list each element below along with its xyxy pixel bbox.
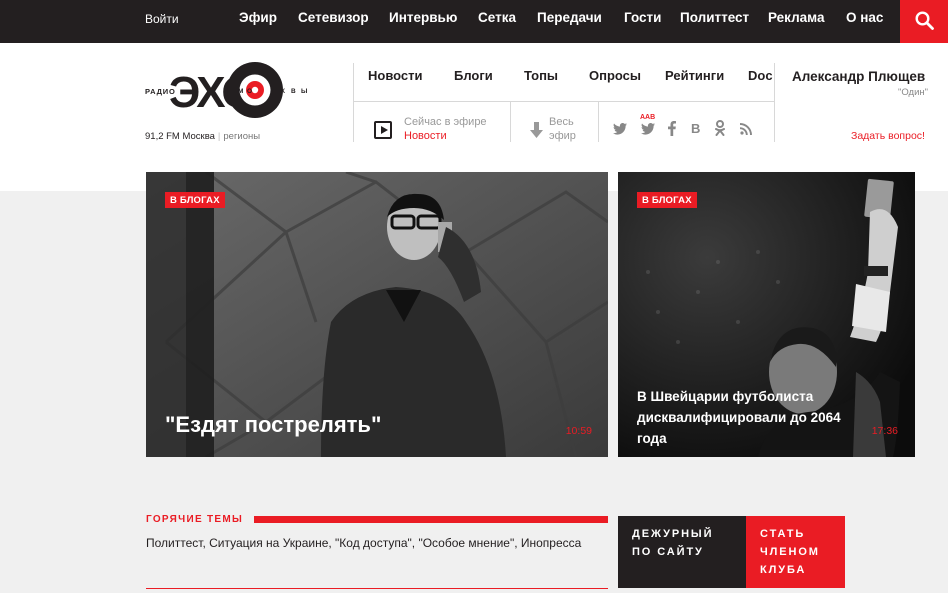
- ask-question-link[interactable]: Задать вопрос!: [851, 130, 925, 142]
- secnav-blogs[interactable]: Блоги: [454, 68, 493, 83]
- host-name[interactable]: Александр Плющев: [792, 69, 925, 84]
- vkontakte-icon[interactable]: В: [691, 121, 700, 136]
- logo[interactable]: РАДИО ЭХО М О С К В Ы: [145, 57, 315, 132]
- search-button[interactable]: [900, 0, 948, 43]
- secnav-news[interactable]: Новости: [368, 68, 423, 83]
- nav-item-polittest[interactable]: Политтест: [680, 10, 749, 25]
- svg-text:В: В: [291, 88, 296, 95]
- play-icon[interactable]: [374, 121, 392, 139]
- svg-text:С: С: [265, 88, 270, 95]
- blog-card-1-time: 10:59: [565, 425, 592, 437]
- blog-badge: В БЛОГАХ: [637, 192, 697, 208]
- nav-item-setevizor[interactable]: Сетевизор: [298, 10, 369, 25]
- secnav-doc[interactable]: Doc: [748, 68, 773, 83]
- odnoklassniki-icon[interactable]: [715, 120, 725, 136]
- hot-topics-divider: [146, 588, 608, 589]
- nav-item-programs[interactable]: Передачи: [537, 10, 602, 25]
- duty-editor-button[interactable]: ДЕЖУРНЫЙ ПО САЙТУ: [618, 516, 746, 588]
- svg-text:Ы: Ы: [301, 88, 307, 95]
- login-link[interactable]: Войти: [145, 12, 179, 26]
- secnav-ratings[interactable]: Рейтинги: [665, 68, 724, 83]
- hot-topics-links[interactable]: Политтест, Ситуация на Украине, "Код дос…: [146, 534, 591, 554]
- nav-item-guests[interactable]: Гости: [624, 10, 661, 25]
- all-air-link[interactable]: Весь: [549, 116, 574, 128]
- top-bar: Войти Эфир Сетевизор Интервью Сетка Пере…: [0, 0, 948, 43]
- hot-topics-bar: [254, 516, 608, 523]
- blog-card-2-title[interactable]: В Швейцарии футболиста дисквалифицировал…: [637, 386, 867, 449]
- facebook-icon[interactable]: [668, 121, 676, 136]
- all-air-link-2[interactable]: эфир: [549, 130, 576, 142]
- svg-text:К: К: [281, 88, 285, 95]
- nav-item-ads[interactable]: Реклама: [768, 10, 825, 25]
- twitter-aab-icon[interactable]: [641, 123, 655, 135]
- svg-text:О: О: [247, 88, 252, 95]
- join-club-button[interactable]: СТАТЬ ЧЛЕНОМ КЛУБА: [746, 516, 845, 588]
- blog-card-1-title[interactable]: "Ездят пострелять": [165, 412, 381, 438]
- blog-card-2-time: 17:36: [871, 425, 898, 437]
- secnav-tops[interactable]: Топы: [524, 68, 558, 83]
- search-icon: [915, 11, 934, 30]
- twitter-icon[interactable]: [613, 123, 627, 135]
- svg-text:М: М: [238, 88, 243, 95]
- frequency-text: 91,2 FM Москва: [145, 131, 215, 142]
- nav-item-schedule[interactable]: Сетка: [478, 10, 516, 25]
- hot-topics-label: ГОРЯЧИЕ ТЕМЫ: [146, 514, 244, 525]
- nav-item-efir[interactable]: Эфир: [239, 10, 277, 25]
- host-program: "Один": [898, 87, 929, 98]
- secnav-polls[interactable]: Опросы: [589, 68, 641, 83]
- rss-icon[interactable]: [740, 123, 752, 135]
- regions-link[interactable]: регионы: [223, 131, 260, 142]
- nav-item-about[interactable]: О нас: [846, 10, 883, 25]
- frequency-line: 91,2 FM Москва | регионы: [145, 131, 261, 142]
- blog-card-1[interactable]: В БЛОГАХ "Ездят пострелять" 10:59: [146, 172, 608, 457]
- on-air-program[interactable]: Новости: [404, 130, 447, 142]
- nav-item-interviews[interactable]: Интервью: [389, 10, 457, 25]
- blog-badge: В БЛОГАХ: [165, 192, 225, 208]
- blog-card-2[interactable]: В БЛОГАХ В Швейцарии футболиста дисквали…: [618, 172, 915, 457]
- download-arrow-icon[interactable]: [530, 122, 543, 139]
- aab-label: ААВ: [640, 114, 656, 121]
- on-air-label: Сейчас в эфире: [404, 116, 487, 128]
